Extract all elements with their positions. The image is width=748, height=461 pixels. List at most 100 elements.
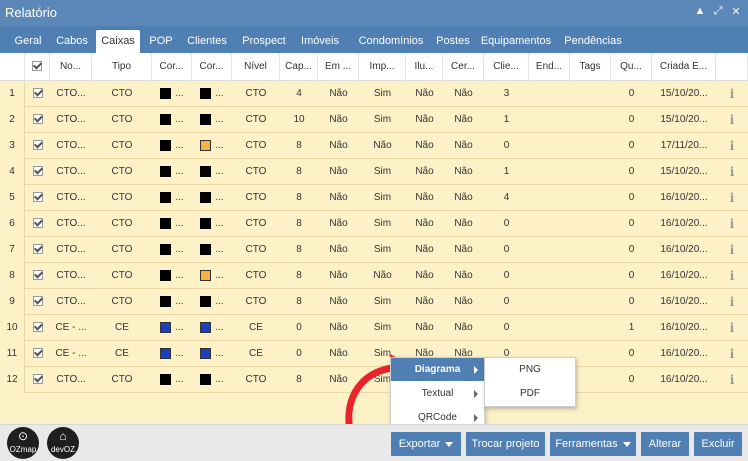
table-row[interactable]: 7 CTO... CTO...... CTO 8 Não Sim Não Não 0 0 16/10/… [0,237,748,263]
tab-geral[interactable]: Geral [6,30,50,53]
criada-cell: 16/10/20... [660,296,708,307]
row-checkbox[interactable] [25,263,50,289]
info-button[interactable]: i [716,237,748,263]
tab-postes[interactable]: Postes [428,30,478,53]
criada-em-header[interactable]: Criada E... [652,53,716,81]
close-icon[interactable]: ✕ [730,5,742,18]
tags-header[interactable]: Tags [570,53,611,81]
table-row[interactable]: 9 CTO... CTO...... CTO 8 Não Sim Não Não 0 0 16/10/… [0,289,748,315]
tab-imoveis[interactable]: Imóveis [296,30,344,53]
nome-cell: CTO... [56,140,86,151]
row-checkbox[interactable] [25,315,50,341]
row-checkbox[interactable] [25,107,50,133]
row-checkbox[interactable] [25,159,50,185]
info-button[interactable]: i [716,81,748,107]
clientes-header[interactable]: Clie... [484,53,529,81]
table-row[interactable]: 2 CTO... CTO...... CTO 10 Não Sim Não Não 1 0 15/10… [0,107,748,133]
impl-header[interactable]: Imp... [359,53,406,81]
color-1-cell: ... [152,341,192,367]
qu-cell: 1 [628,322,635,333]
exportar-button[interactable]: Exportar [391,432,461,456]
tab-pendencias[interactable]: Pendências [561,30,625,53]
menu-item-textual[interactable]: Textual [391,382,484,405]
tab-equipamentos[interactable]: Equipamentos [476,30,556,53]
row-checkbox[interactable] [25,211,50,237]
color-2-cell: ... [192,237,232,263]
color-1-cell: ... [152,289,192,315]
row-checkbox[interactable] [25,367,50,393]
row-checkbox[interactable] [25,185,50,211]
table-row[interactable]: 4 CTO... CTO...... CTO 8 Não Sim Não Não 1 0 15/10/… [0,159,748,185]
cor1-header[interactable]: Cor... [152,53,192,81]
cor2-header[interactable]: Cor... [192,53,232,81]
color-2-cell: ... [192,341,232,367]
alterar-button[interactable]: Alterar [641,432,689,456]
info-button[interactable]: i [716,341,748,367]
info-button[interactable]: i [716,367,748,393]
trocar-projeto-button[interactable]: Trocar projeto [466,432,545,456]
tab-prospect[interactable]: Prospect [236,30,292,53]
row-checkbox[interactable] [25,81,50,107]
qu-header[interactable]: Qu... [611,53,652,81]
excluir-button[interactable]: Excluir [694,432,742,456]
num-cell: 8 [0,263,25,289]
ellipsis: ... [175,270,184,281]
info-button[interactable]: i [716,159,748,185]
tab-pop[interactable]: POP [144,30,178,53]
imp-cell: Sim [373,192,392,203]
ellipsis: ... [215,114,224,125]
tab-condominios[interactable]: Condomínios [350,30,432,53]
color-swatch [200,191,212,203]
table-row[interactable]: 10 CE - ... CE...... CE 0 Não Sim Não Não 0 1 16/10… [0,315,748,341]
nome-header[interactable]: No... [50,53,92,81]
table-row[interactable]: 8 CTO... CTO...... CTO 8 Não Não Não Não 0 0 16/10/… [0,263,748,289]
cer-cell: Não [454,140,473,151]
info-button[interactable]: i [716,263,748,289]
info-button[interactable]: i [716,185,748,211]
info-button[interactable]: i [716,289,748,315]
select-all-checkbox[interactable] [25,53,50,81]
table-row[interactable]: 5 CTO... CTO...... CTO 8 Não Sim Não Não 4 0 16/10/… [0,185,748,211]
cap-cell: 10 [293,114,305,125]
collapse-icon[interactable]: ▲ [694,5,706,18]
capacidade-header[interactable]: Cap... [280,53,318,81]
endereco-header[interactable]: End... [529,53,570,81]
tab-clientes[interactable]: Clientes [181,30,233,53]
color-1-cell: ... [152,133,192,159]
info-button[interactable]: i [716,107,748,133]
row-checkbox[interactable] [25,237,50,263]
criada-cell: 16/10/20... [660,192,708,203]
submenu-item-pdf[interactable]: PDF [485,382,575,406]
info-button[interactable]: i [716,133,748,159]
tags-cell [570,107,611,133]
color-swatch [160,217,172,229]
maximize-icon[interactable]: ⤢ [712,5,724,18]
row-checkbox[interactable] [25,289,50,315]
cer-header[interactable]: Cer... [443,53,484,81]
tipo-header[interactable]: Tipo [92,53,152,81]
tab-caixas[interactable]: Caixas [96,30,140,53]
ilu-header[interactable]: Ilu... [406,53,443,81]
criada-cell: 15/10/20... [660,114,708,125]
table-row[interactable]: 3 CTO... CTO...... CTO 8 Não Não Não Não 0 0 17/11/… [0,133,748,159]
color-swatch [200,269,212,281]
imp-cell: Não [373,140,392,151]
nivel-header[interactable]: Nível [232,53,280,81]
table-row[interactable]: 1 CTO... CTO...... CTO 4 Não Sim Não Não 3 0 15/10/… [0,81,748,107]
menu-item-diagrama[interactable]: Diagrama [391,358,484,381]
tab-cabos[interactable]: Cabos [52,30,92,53]
num-cell: 1 [0,81,25,107]
info-button[interactable]: i [716,211,748,237]
info-button[interactable]: i [716,315,748,341]
row-checkbox[interactable] [25,341,50,367]
table-row[interactable]: 6 CTO... CTO...... CTO 8 Não Sim Não Não 0 0 16/10/… [0,211,748,237]
color-swatch [160,243,172,255]
criada-cell: 16/10/20... [660,348,708,359]
em-header[interactable]: Em ... [318,53,359,81]
row-checkbox[interactable] [25,133,50,159]
submenu-item-png[interactable]: PNG [485,358,575,382]
ferramentas-button[interactable]: Ferramentas [550,432,636,456]
table-header: No... Tipo Cor... Cor... Nível Cap... Em ... Im… [0,53,748,81]
color-1-cell: ... [152,185,192,211]
qu-cell: 0 [628,374,635,385]
